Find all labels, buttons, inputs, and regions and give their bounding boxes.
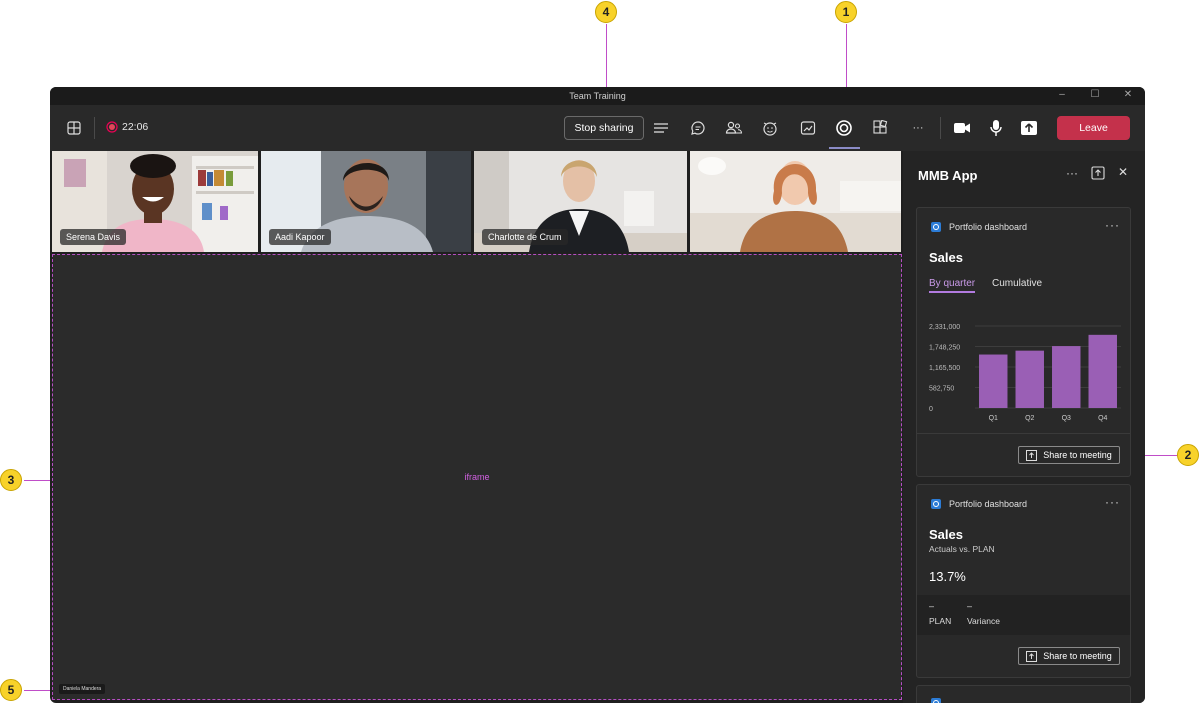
leave-button[interactable]: Leave	[1057, 116, 1130, 140]
whiteboard-icon[interactable]	[799, 119, 817, 137]
title-bar: Team Training – ☐ ✕	[50, 87, 1145, 105]
variance-value: –	[967, 601, 973, 611]
card-divider	[917, 433, 1130, 434]
participant-name: Aadi Kapoor	[269, 229, 331, 245]
bar-q1[interactable]	[979, 354, 1008, 408]
guest-video	[690, 151, 901, 252]
panel-title: MMB App	[918, 168, 978, 183]
x-tick-label: Q1	[989, 415, 998, 422]
card-header: Portfolio dashboard	[931, 499, 1027, 509]
percent-value: 13.7%	[929, 569, 966, 584]
app-card-partial	[916, 685, 1131, 703]
plan-label: PLAN	[929, 616, 952, 626]
callout-3: 3	[0, 469, 22, 491]
participant-name: Charlotte de Crum	[482, 229, 568, 245]
iframe-label: iframe	[464, 472, 490, 482]
microphone-icon[interactable]	[987, 119, 1005, 137]
reactions-icon[interactable]	[761, 119, 779, 137]
tab-by-quarter[interactable]: By quarter	[929, 278, 976, 293]
active-app-indicator	[829, 147, 860, 149]
card-more-icon[interactable]: ···	[1105, 218, 1120, 232]
share-button-label: Share to meeting	[1043, 450, 1112, 460]
portfolio-app-icon	[931, 499, 941, 509]
video-tile-serena[interactable]: Serena Davis	[52, 151, 258, 252]
meeting-toolbar: 22:06 Stop sharing ··· Leave	[50, 105, 1145, 151]
card-title: Sales	[929, 527, 963, 542]
bar-q4[interactable]	[1088, 334, 1117, 408]
variance-label: Variance	[967, 616, 1000, 626]
participants-icon[interactable]	[725, 119, 743, 137]
record-icon	[106, 121, 118, 133]
chat-icon[interactable]	[689, 119, 707, 137]
callout-4: 4	[595, 1, 617, 23]
portfolio-app-icon	[931, 222, 941, 232]
x-tick-label: Q3	[1062, 415, 1071, 422]
share-icon	[1026, 650, 1038, 662]
close-panel-icon[interactable]: ✕	[1118, 165, 1128, 179]
y-tick-label: 0	[929, 406, 933, 413]
share-to-meeting-button[interactable]: Share to meeting	[1018, 446, 1120, 464]
card-title: Sales	[929, 250, 963, 265]
callout-2: 2	[1177, 444, 1199, 466]
card-header: Portfolio dashboard	[931, 222, 1027, 232]
close-window-icon[interactable]: ✕	[1121, 89, 1135, 100]
apps-icon[interactable]	[871, 119, 889, 137]
app-side-panel: MMB App ··· ✕ Portfolio dashboard ··· Sa…	[903, 151, 1145, 703]
card-app-name: Portfolio dashboard	[949, 499, 1028, 509]
more-options-icon[interactable]: ···	[909, 119, 927, 137]
participant-name: Serena Davis	[60, 229, 127, 245]
sales-chart-card: Portfolio dashboard ··· Sales By quarter…	[916, 207, 1131, 477]
video-tile-charlotte[interactable]: Charlotte de Crum	[474, 151, 687, 252]
maximize-icon[interactable]: ☐	[1088, 89, 1102, 100]
bar-q3[interactable]	[1052, 346, 1081, 408]
teams-window: Team Training – ☐ ✕ 22:06 Stop sharing ·…	[50, 87, 1145, 703]
card-subtitle: Actuals vs. PLAN	[929, 544, 995, 554]
video-tile-guest[interactable]	[690, 151, 901, 252]
toolbar-divider	[94, 117, 95, 139]
callout-3-line	[24, 480, 51, 481]
sales-bar-chart: 2,331,000 1,748,250 1,165,500 582,750 0 Q1 Q2 Q…	[929, 324, 1121, 422]
minimize-icon[interactable]: –	[1055, 89, 1069, 100]
tab-cumulative[interactable]: Cumulative	[992, 278, 1042, 289]
share-screen-icon[interactable]	[1020, 119, 1038, 137]
recording-indicator: 22:06	[106, 121, 148, 133]
layout-grid-icon[interactable]	[65, 119, 83, 137]
card-header	[931, 698, 941, 703]
y-tick-label: 1,165,500	[929, 365, 960, 372]
share-icon	[1026, 449, 1038, 461]
metrics-strip: – PLAN – Variance	[917, 595, 1130, 635]
meeting-timer: 22:06	[122, 121, 149, 133]
video-tile-aadi[interactable]: Aadi Kapoor	[261, 151, 471, 252]
popout-icon[interactable]	[1091, 166, 1105, 185]
portfolio-app-icon	[931, 698, 941, 703]
stop-sharing-button[interactable]: Stop sharing	[564, 116, 644, 140]
card-more-icon[interactable]: ···	[1105, 495, 1120, 509]
presenter-name-tag: Daniela Mandera	[59, 684, 106, 694]
sales-plan-card: Portfolio dashboard ··· Sales Actuals vs…	[916, 484, 1131, 678]
y-tick-label: 1,748,250	[929, 345, 960, 352]
share-button-label: Share to meeting	[1043, 651, 1112, 661]
window-title: Team Training	[569, 91, 626, 101]
y-tick-label: 582,750	[929, 386, 954, 393]
app-icon[interactable]	[835, 119, 853, 137]
x-tick-label: Q2	[1025, 415, 1034, 422]
callout-5: 5	[0, 679, 22, 701]
shared-stage-iframe[interactable]: iframe Daniela Mandera	[52, 254, 902, 700]
menu-icon[interactable]	[652, 119, 670, 137]
plan-value: –	[929, 601, 935, 611]
y-tick-label: 2,331,000	[929, 324, 960, 331]
panel-more-icon[interactable]: ···	[1066, 166, 1078, 180]
bar-q2[interactable]	[1015, 350, 1044, 408]
x-tick-label: Q4	[1098, 415, 1107, 422]
callout-1: 1	[835, 1, 857, 23]
card-app-name: Portfolio dashboard	[949, 222, 1028, 232]
camera-icon[interactable]	[953, 119, 971, 137]
toolbar-divider-2	[940, 117, 941, 139]
share-to-meeting-button[interactable]: Share to meeting	[1018, 647, 1120, 665]
